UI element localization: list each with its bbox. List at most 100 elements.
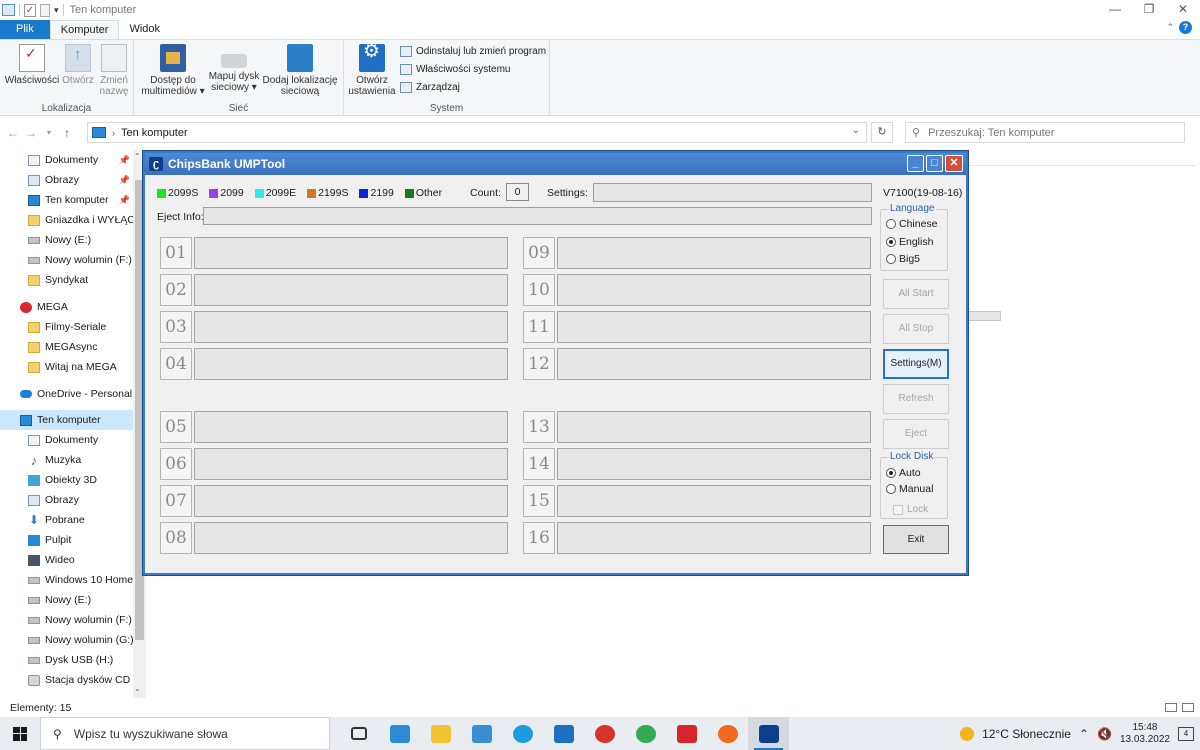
- lock-radio-manual[interactable]: Manual: [886, 483, 933, 495]
- nav-item-nowy-wolumin-g[interactable]: Nowy wolumin (G:): [0, 630, 134, 650]
- photos-taskbar-button[interactable]: [461, 717, 502, 750]
- up-arrow-icon[interactable]: ↑: [58, 126, 76, 140]
- show-hidden-icons-icon[interactable]: ⌃: [1079, 727, 1089, 741]
- nav-item-obrazy[interactable]: Obrazy 📌: [0, 170, 134, 190]
- details-view-icon[interactable]: [1165, 703, 1177, 712]
- manage-button[interactable]: Zarządzaj: [400, 82, 460, 93]
- nav-item-nowy-wolumin-f[interactable]: Nowy wolumin (F:): [0, 250, 134, 270]
- notification-center-icon[interactable]: 4: [1178, 726, 1194, 741]
- nav-item-obiekty-3d[interactable]: Obiekty 3D: [0, 470, 134, 490]
- nav-item-witaj-na-mega[interactable]: Witaj na MEGA: [0, 357, 134, 377]
- nav-item-stacja-cd[interactable]: Stacja dysków CD (J:: [0, 670, 134, 690]
- lock-checkbox[interactable]: Lock: [893, 504, 928, 515]
- scroll-down-icon[interactable]: ⌄: [134, 684, 141, 693]
- desktop-app-taskbar-button[interactable]: [379, 717, 420, 750]
- nav-item-dokumenty[interactable]: Dokumenty 📌: [0, 150, 134, 170]
- scroll-up-icon[interactable]: ⌃: [134, 152, 141, 161]
- mail-taskbar-button[interactable]: [543, 717, 584, 750]
- nav-item-windows-10-home[interactable]: Windows 10 Home (: [0, 570, 134, 590]
- properties-quick-icon[interactable]: ✓: [24, 3, 36, 17]
- taskbar-search-input[interactable]: ⚲ Wpisz tu wyszukiwane słowa: [40, 717, 330, 750]
- close-icon[interactable]: ✕: [945, 155, 963, 172]
- recent-locations-icon[interactable]: ▾: [40, 128, 58, 137]
- speaker-muted-icon[interactable]: 🔇: [1097, 727, 1112, 741]
- dialog-title-bar[interactable]: ʗ ChipsBank UMPTool _ □ ✕: [145, 153, 966, 175]
- pin-icon[interactable]: 📌: [119, 195, 130, 206]
- map-network-drive-button[interactable]: Mapuj dysk sieciowy ▾: [206, 44, 262, 93]
- tab-computer[interactable]: Komputer: [49, 20, 120, 39]
- nav-item-nowy-e-pc[interactable]: Nowy (E:): [0, 590, 134, 610]
- back-arrow-icon[interactable]: ←: [4, 126, 22, 140]
- language-radio-big5[interactable]: Big5: [886, 253, 920, 265]
- minimize-icon[interactable]: —: [1098, 0, 1132, 20]
- all-stop-button[interactable]: All Stop: [883, 314, 949, 344]
- address-field[interactable]: › Ten komputer ⌄: [87, 122, 867, 143]
- firefox-taskbar-button[interactable]: [707, 717, 748, 750]
- customize-quick-access-icon[interactable]: ▾: [54, 5, 59, 16]
- search-input[interactable]: ⚲ Przeszukaj: Ten komputer: [905, 122, 1185, 143]
- breadcrumb-chevron-icon[interactable]: ›: [112, 128, 115, 138]
- language-radio-chinese[interactable]: Chinese: [886, 218, 938, 230]
- maximize-icon[interactable]: ❐: [1132, 0, 1166, 20]
- nav-item-syndykat[interactable]: Syndykat: [0, 270, 134, 290]
- weather-sun-icon[interactable]: [960, 726, 975, 741]
- anydesk-taskbar-button[interactable]: [666, 717, 707, 750]
- nav-item-ten-komputer-quick[interactable]: Ten komputer 📌: [0, 190, 134, 210]
- all-start-button[interactable]: All Start: [883, 279, 949, 309]
- open-button[interactable]: Otwórz: [60, 44, 96, 86]
- exit-button[interactable]: Exit: [883, 525, 949, 554]
- legend-label: 2199: [370, 187, 394, 199]
- nav-item-filmy-seriale[interactable]: Filmy-Seriale: [0, 317, 134, 337]
- close-icon[interactable]: ✕: [1166, 0, 1200, 20]
- chipsbank-taskbar-button[interactable]: [748, 717, 789, 750]
- collapse-ribbon-icon[interactable]: ⌃: [1166, 22, 1174, 33]
- open-settings-button[interactable]: Otwórz ustawienia: [346, 44, 398, 97]
- pin-icon[interactable]: 📌: [119, 175, 130, 186]
- maximize-icon[interactable]: □: [926, 155, 943, 172]
- rename-button[interactable]: Zmień nazwę: [97, 44, 131, 97]
- nav-item-ten-komputer[interactable]: Ten komputer: [0, 410, 134, 430]
- start-button[interactable]: [0, 717, 40, 750]
- skype-taskbar-button[interactable]: [502, 717, 543, 750]
- nav-item-megasync[interactable]: MEGAsync: [0, 337, 134, 357]
- recovery-taskbar-button[interactable]: [584, 717, 625, 750]
- file-explorer-taskbar-button[interactable]: [420, 717, 461, 750]
- uninstall-program-button[interactable]: Odinstaluj lub zmień program: [400, 46, 546, 57]
- nav-item-dysk-usb-h[interactable]: Dysk USB (H:): [0, 650, 134, 670]
- breadcrumb[interactable]: Ten komputer: [121, 127, 188, 139]
- new-folder-quick-icon[interactable]: [40, 3, 50, 17]
- nav-item-nowy-wolumin-f-pc[interactable]: Nowy wolumin (F:): [0, 610, 134, 630]
- nav-item-dokumenty-pc[interactable]: Dokumenty: [0, 430, 134, 450]
- help-icon[interactable]: ?: [1179, 21, 1192, 34]
- minimize-icon[interactable]: _: [907, 155, 924, 172]
- nav-item-nowy-e[interactable]: Nowy (E:): [0, 230, 134, 250]
- nav-item-pobrane[interactable]: ⬇ Pobrane: [0, 510, 134, 530]
- settings-button[interactable]: Settings(M): [883, 349, 949, 379]
- properties-button[interactable]: Właściwości: [4, 44, 60, 86]
- tab-view[interactable]: Widok: [119, 20, 170, 39]
- language-radio-english[interactable]: English: [886, 236, 933, 248]
- tab-file[interactable]: Plik: [0, 20, 50, 39]
- task-view-taskbar-button[interactable]: [338, 717, 379, 750]
- pin-icon[interactable]: 📌: [119, 155, 130, 166]
- add-network-location-button[interactable]: Dodaj lokalizację sieciową: [262, 44, 338, 97]
- clock[interactable]: 15:48 13.03.2022: [1120, 722, 1170, 746]
- nav-item-gniazdka[interactable]: Gniazdka i WYŁĄCZI: [0, 210, 134, 230]
- forward-arrow-icon[interactable]: →: [22, 126, 40, 140]
- nav-item-pulpit[interactable]: Pulpit: [0, 530, 134, 550]
- nav-item-onedrive[interactable]: OneDrive - Personal: [0, 384, 134, 404]
- chrome-taskbar-button[interactable]: [625, 717, 666, 750]
- refresh-button[interactable]: Refresh: [883, 384, 949, 414]
- eject-button[interactable]: Eject: [883, 419, 949, 449]
- weather-text[interactable]: 12°C Słonecznie: [982, 727, 1071, 741]
- lock-radio-auto[interactable]: Auto: [886, 467, 921, 479]
- media-access-button[interactable]: Dostęp do multimediów ▾: [140, 44, 206, 97]
- nav-item-mega[interactable]: MEGA: [0, 297, 134, 317]
- large-icons-view-icon[interactable]: [1182, 703, 1194, 712]
- refresh-icon[interactable]: ↻: [871, 122, 893, 143]
- address-history-icon[interactable]: ⌄: [852, 125, 860, 136]
- nav-item-wideo[interactable]: Wideo: [0, 550, 134, 570]
- system-properties-button[interactable]: Właściwości systemu: [400, 64, 510, 75]
- nav-item-obrazy-pc[interactable]: Obrazy: [0, 490, 134, 510]
- nav-item-muzyka[interactable]: ♪ Muzyka: [0, 450, 134, 470]
